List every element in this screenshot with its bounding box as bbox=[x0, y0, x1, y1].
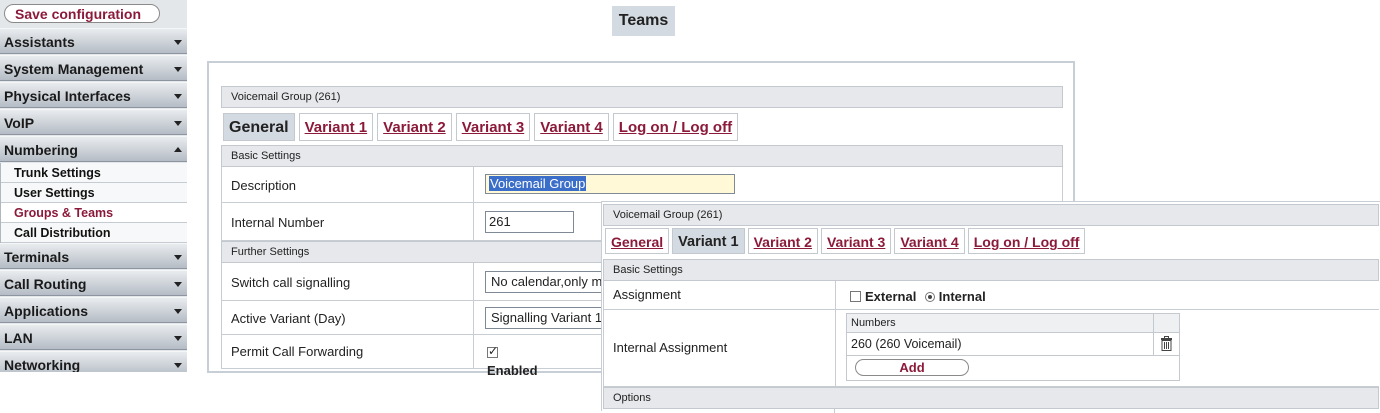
sidebar-item-system-management[interactable]: System Management bbox=[0, 55, 187, 81]
numbers-table: Numbers 260 (260 Voicemail) Add bbox=[846, 313, 1180, 381]
tab-bar: General Variant 1 Variant 2 Variant 3 Va… bbox=[223, 113, 739, 141]
sidebar-item-assistants[interactable]: Assistants bbox=[0, 28, 187, 54]
tab-variant-1[interactable]: Variant 1 bbox=[298, 113, 374, 141]
chevron-down-icon bbox=[174, 255, 182, 260]
sidebar-item-networking[interactable]: Networking bbox=[0, 351, 187, 372]
assignment-label: Assignment bbox=[613, 287, 681, 302]
tab-variant-4[interactable]: Variant 4 bbox=[534, 113, 609, 141]
sidebar-item-call-routing[interactable]: Call Routing bbox=[0, 270, 187, 296]
tab-log-on-log-off[interactable]: Log on / Log off bbox=[967, 228, 1086, 254]
sidebar-subitem-trunk-settings[interactable]: Trunk Settings bbox=[1, 163, 187, 183]
chevron-down-icon bbox=[174, 121, 182, 126]
sidebar-item-label: Call Routing bbox=[4, 276, 87, 292]
external-checkbox[interactable] bbox=[850, 291, 861, 302]
sidebar-item-label: Physical Interfaces bbox=[4, 88, 131, 104]
sidebar-item-lan[interactable]: LAN bbox=[0, 324, 187, 350]
permit-forwarding-label: Permit Call Forwarding bbox=[231, 344, 364, 359]
tab-general[interactable]: General bbox=[223, 113, 295, 141]
permit-forwarding-checkbox[interactable] bbox=[487, 344, 498, 358]
active-variant-label: Active Variant (Day) bbox=[231, 311, 346, 326]
table-row: 260 (260 Voicemail) bbox=[847, 333, 1179, 356]
sidebar-item-label: VoIP bbox=[4, 115, 35, 131]
sidebar-item-physical-interfaces[interactable]: Physical Interfaces bbox=[0, 82, 187, 108]
switch-call-label: Switch call signalling bbox=[231, 275, 351, 290]
chevron-down-icon bbox=[174, 67, 182, 72]
tab-variant-2[interactable]: Variant 2 bbox=[377, 113, 452, 141]
group-title: Voicemail Group (261) bbox=[221, 86, 1063, 108]
options-header: Options bbox=[603, 387, 1379, 409]
sidebar-item-terminals[interactable]: Terminals bbox=[0, 243, 187, 269]
number-cell: 260 (260 Voicemail) bbox=[851, 337, 962, 351]
sidebar-item-label: System Management bbox=[4, 61, 144, 77]
add-number-button[interactable]: Add bbox=[855, 359, 969, 376]
chevron-down-icon bbox=[174, 336, 182, 341]
sidebar-item-label: LAN bbox=[4, 330, 33, 346]
sidebar-subitem-groups-teams[interactable]: Groups & Teams bbox=[1, 203, 187, 223]
group-title: Voicemail Group (261) bbox=[603, 204, 1379, 226]
sidebar-item-voip[interactable]: VoIP bbox=[0, 109, 187, 135]
chevron-up-icon bbox=[174, 147, 182, 152]
page-title: Teams bbox=[612, 6, 675, 36]
chevron-down-icon bbox=[174, 40, 182, 45]
description-label: Description bbox=[231, 178, 297, 193]
external-label: External bbox=[865, 289, 917, 304]
trash-icon[interactable] bbox=[1160, 336, 1173, 351]
sidebar-item-label: Assistants bbox=[4, 34, 75, 50]
sidebar-item-label: Networking bbox=[4, 357, 81, 372]
basic-settings-header: Basic Settings bbox=[221, 145, 1063, 167]
sidebar-item-label: Applications bbox=[4, 303, 89, 319]
variant-1-panel: Voicemail Group (261) General Variant 1 … bbox=[601, 201, 1380, 413]
chevron-down-icon bbox=[174, 309, 182, 314]
numbers-header: Numbers bbox=[847, 314, 1179, 333]
description-value: Voicemail Group bbox=[489, 176, 587, 191]
sidebar-subitem-user-settings[interactable]: User Settings bbox=[1, 183, 187, 203]
internal-radio[interactable] bbox=[924, 292, 935, 302]
assignment-options: External Internal bbox=[850, 288, 986, 306]
sidebar-item-numbering[interactable]: Numbering bbox=[0, 136, 187, 162]
chevron-down-icon bbox=[174, 94, 182, 99]
sidebar-item-applications[interactable]: Applications bbox=[0, 297, 187, 323]
sidebar-item-label: Numbering bbox=[4, 142, 78, 158]
sidebar: Save configuration Assistants System Man… bbox=[0, 0, 187, 372]
chevron-down-icon bbox=[174, 363, 182, 368]
numbering-submenu: Trunk Settings User Settings Groups & Te… bbox=[0, 163, 187, 243]
save-configuration-button[interactable]: Save configuration bbox=[4, 4, 160, 23]
tab-variant-1[interactable]: Variant 1 bbox=[672, 228, 745, 254]
internal-number-input[interactable]: 261 bbox=[485, 211, 574, 233]
internal-label: Internal bbox=[938, 289, 986, 304]
permit-forwarding-option: Enabled bbox=[487, 344, 538, 380]
permit-forwarding-value: Enabled bbox=[487, 363, 538, 378]
internal-assignment-label: Internal Assignment bbox=[613, 340, 728, 355]
description-input[interactable]: Voicemail Group bbox=[485, 174, 735, 194]
basic-settings-header: Basic Settings bbox=[603, 259, 1379, 281]
tab-log-on-log-off[interactable]: Log on / Log off bbox=[612, 113, 739, 141]
description-row: Description Voicemail Group bbox=[221, 167, 1063, 203]
tab-general[interactable]: General bbox=[605, 228, 670, 254]
internal-assignment-row: Internal Assignment Numbers 260 (260 Voi… bbox=[603, 310, 1379, 387]
tab-variant-2[interactable]: Variant 2 bbox=[747, 228, 818, 254]
chevron-down-icon bbox=[174, 282, 182, 287]
tab-variant-3[interactable]: Variant 3 bbox=[820, 228, 892, 254]
sidebar-menu: Assistants System Management Physical In… bbox=[0, 28, 187, 372]
tab-variant-4[interactable]: Variant 4 bbox=[894, 228, 965, 254]
sidebar-item-label: Terminals bbox=[4, 249, 70, 265]
tab-bar: General Variant 1 Variant 2 Variant 3 Va… bbox=[605, 228, 1086, 254]
tab-variant-3[interactable]: Variant 3 bbox=[455, 113, 531, 141]
sidebar-subitem-call-distribution[interactable]: Call Distribution bbox=[1, 223, 187, 243]
internal-number-label: Internal Number bbox=[231, 215, 325, 230]
assignment-row: Assignment External Internal bbox=[603, 281, 1379, 310]
